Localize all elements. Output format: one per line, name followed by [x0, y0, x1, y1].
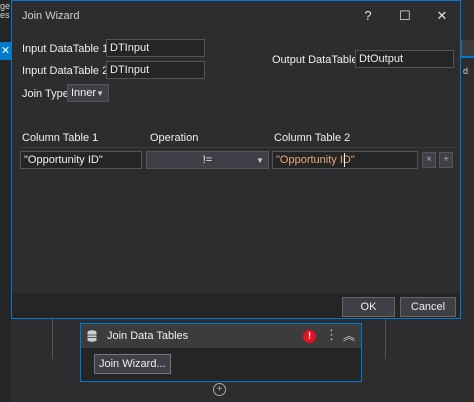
ok-button[interactable]: OK: [342, 297, 395, 317]
join-wizard-dialog: Join Wizard ? ☐ ✕ Input DataTable 1 DTIn…: [11, 0, 461, 319]
left-panel-text: ge es: [0, 2, 11, 20]
close-tab-icon[interactable]: ✕: [0, 42, 11, 60]
text-cursor: [344, 153, 345, 167]
remove-row-button[interactable]: ×: [422, 152, 436, 168]
output-datatable-label: Output DataTable: [272, 54, 358, 66]
operation-header: Operation: [150, 132, 199, 144]
sequence-guide-left: [52, 319, 53, 359]
header-divider: [20, 147, 456, 148]
add-row-button[interactable]: +: [439, 152, 453, 168]
input-datatable-2-field[interactable]: DTInput: [106, 61, 205, 79]
left-panel: [0, 0, 11, 402]
column-table-1-header: Column Table 1: [22, 132, 99, 144]
join-type-value: Inner: [71, 87, 97, 99]
collapse-icon[interactable]: ︽: [343, 327, 355, 344]
output-datatable-field[interactable]: DtOutput: [355, 50, 454, 68]
sequence-guide-right: [385, 319, 386, 359]
join-type-label: Join Type: [22, 88, 69, 100]
right-panel-tab[interactable]: [461, 40, 474, 56]
column-table-1-field[interactable]: "Opportunity ID": [20, 151, 142, 169]
input-datatable-1-field[interactable]: DTInput: [106, 39, 205, 57]
right-panel: [461, 0, 474, 402]
right-panel-text: d: [463, 66, 469, 76]
column-table-2-header: Column Table 2: [274, 132, 351, 144]
help-icon[interactable]: ?: [357, 5, 379, 27]
input-datatable-2-label: Input DataTable 2: [22, 65, 109, 77]
operation-value: !=: [202, 154, 213, 166]
add-activity-icon[interactable]: +: [213, 383, 226, 396]
cancel-button[interactable]: Cancel: [400, 297, 456, 317]
chevron-down-icon: ▼: [96, 89, 104, 98]
activity-header[interactable]: Join Data Tables ! ⋮ ︽: [81, 324, 361, 348]
column-table-2-field[interactable]: "Opportunity ID": [272, 151, 418, 169]
dialog-titlebar[interactable]: Join Wizard ? ☐ ✕: [12, 1, 460, 31]
maximize-icon[interactable]: ☐: [394, 5, 416, 27]
more-options-icon[interactable]: ⋮: [325, 328, 338, 342]
right-panel-accent: [461, 56, 474, 58]
chevron-down-icon: ▼: [256, 156, 264, 165]
error-icon[interactable]: !: [303, 330, 316, 343]
join-wizard-button[interactable]: Join Wizard...: [94, 354, 171, 374]
dialog-title: Join Wizard: [22, 10, 80, 22]
operation-dropdown[interactable]: != ▼: [146, 151, 269, 169]
join-type-dropdown[interactable]: Inner ▼: [67, 84, 109, 102]
database-icon: [87, 330, 97, 342]
activity-title: Join Data Tables: [107, 330, 189, 342]
join-data-tables-activity[interactable]: Join Data Tables ! ⋮ ︽ Join Wizard...: [80, 323, 362, 382]
close-icon[interactable]: ✕: [431, 5, 453, 27]
input-datatable-1-label: Input DataTable 1: [22, 43, 109, 55]
